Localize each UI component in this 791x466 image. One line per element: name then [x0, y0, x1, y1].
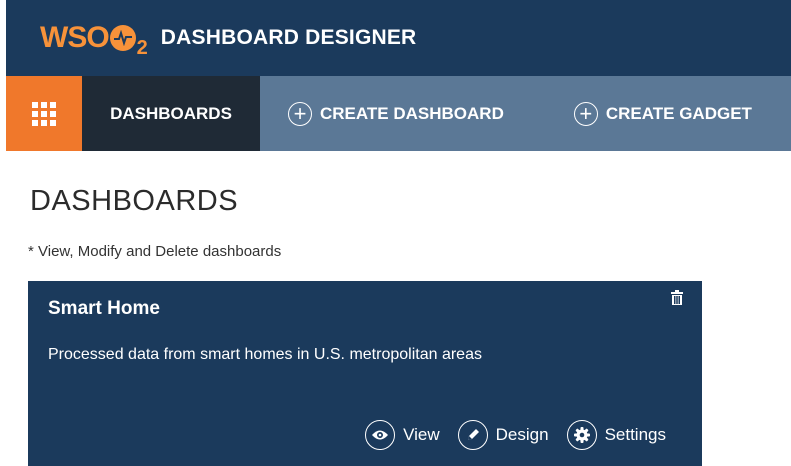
- logo-orb-icon: [109, 25, 136, 51]
- gear-icon: [566, 420, 597, 450]
- tab-create-gadget-label: CREATE GADGET: [605, 103, 752, 123]
- apps-grid-icon: [32, 101, 56, 126]
- tab-create-dashboard-label: CREATE DASHBOARD: [320, 103, 504, 123]
- tab-dashboards[interactable]: DASHBOARDS: [82, 76, 260, 151]
- tab-create-dashboard[interactable]: + CREATE DASHBOARD: [260, 76, 526, 151]
- page-title: DASHBOARDS: [30, 185, 239, 217]
- apps-menu-button[interactable]: [6, 76, 82, 151]
- dashboard-card-title: Smart Home: [48, 298, 160, 319]
- design-button[interactable]: Design: [457, 420, 549, 450]
- brand: WSO 2 DASHBOARD DESIGNER: [6, 21, 417, 59]
- dashboard-card: Smart Home Processed data from smart hom…: [28, 281, 702, 466]
- logo-subscript: 2: [136, 36, 148, 59]
- view-button[interactable]: View: [365, 420, 440, 450]
- trash-icon[interactable]: [670, 290, 684, 311]
- view-label: View: [403, 425, 440, 444]
- main-nav: DASHBOARDS + CREATE DASHBOARD + CREATE G…: [6, 76, 791, 151]
- settings-button[interactable]: Settings: [566, 420, 666, 450]
- pencil-icon: [457, 420, 488, 450]
- eye-icon: [365, 420, 396, 450]
- dashboard-card-description: Processed data from smart homes in U.S. …: [48, 346, 482, 363]
- design-label: Design: [495, 425, 549, 444]
- logo-text: WSO: [40, 21, 110, 54]
- plus-circle-icon: +: [288, 101, 312, 126]
- app-title: DASHBOARD DESIGNER: [160, 26, 417, 49]
- tab-create-gadget[interactable]: + CREATE GADGET: [526, 76, 774, 151]
- plus-circle-icon: +: [573, 101, 598, 126]
- settings-label: Settings: [604, 425, 666, 444]
- page-subtitle: * View, Modify and Delete dashboards: [28, 243, 282, 260]
- tab-dashboards-label: DASHBOARDS: [110, 103, 232, 123]
- dashboard-card-actions: View Design Settings: [365, 420, 666, 450]
- top-header-bar: WSO 2 DASHBOARD DESIGNER: [6, 0, 791, 76]
- wso2-logo[interactable]: WSO 2: [40, 21, 148, 59]
